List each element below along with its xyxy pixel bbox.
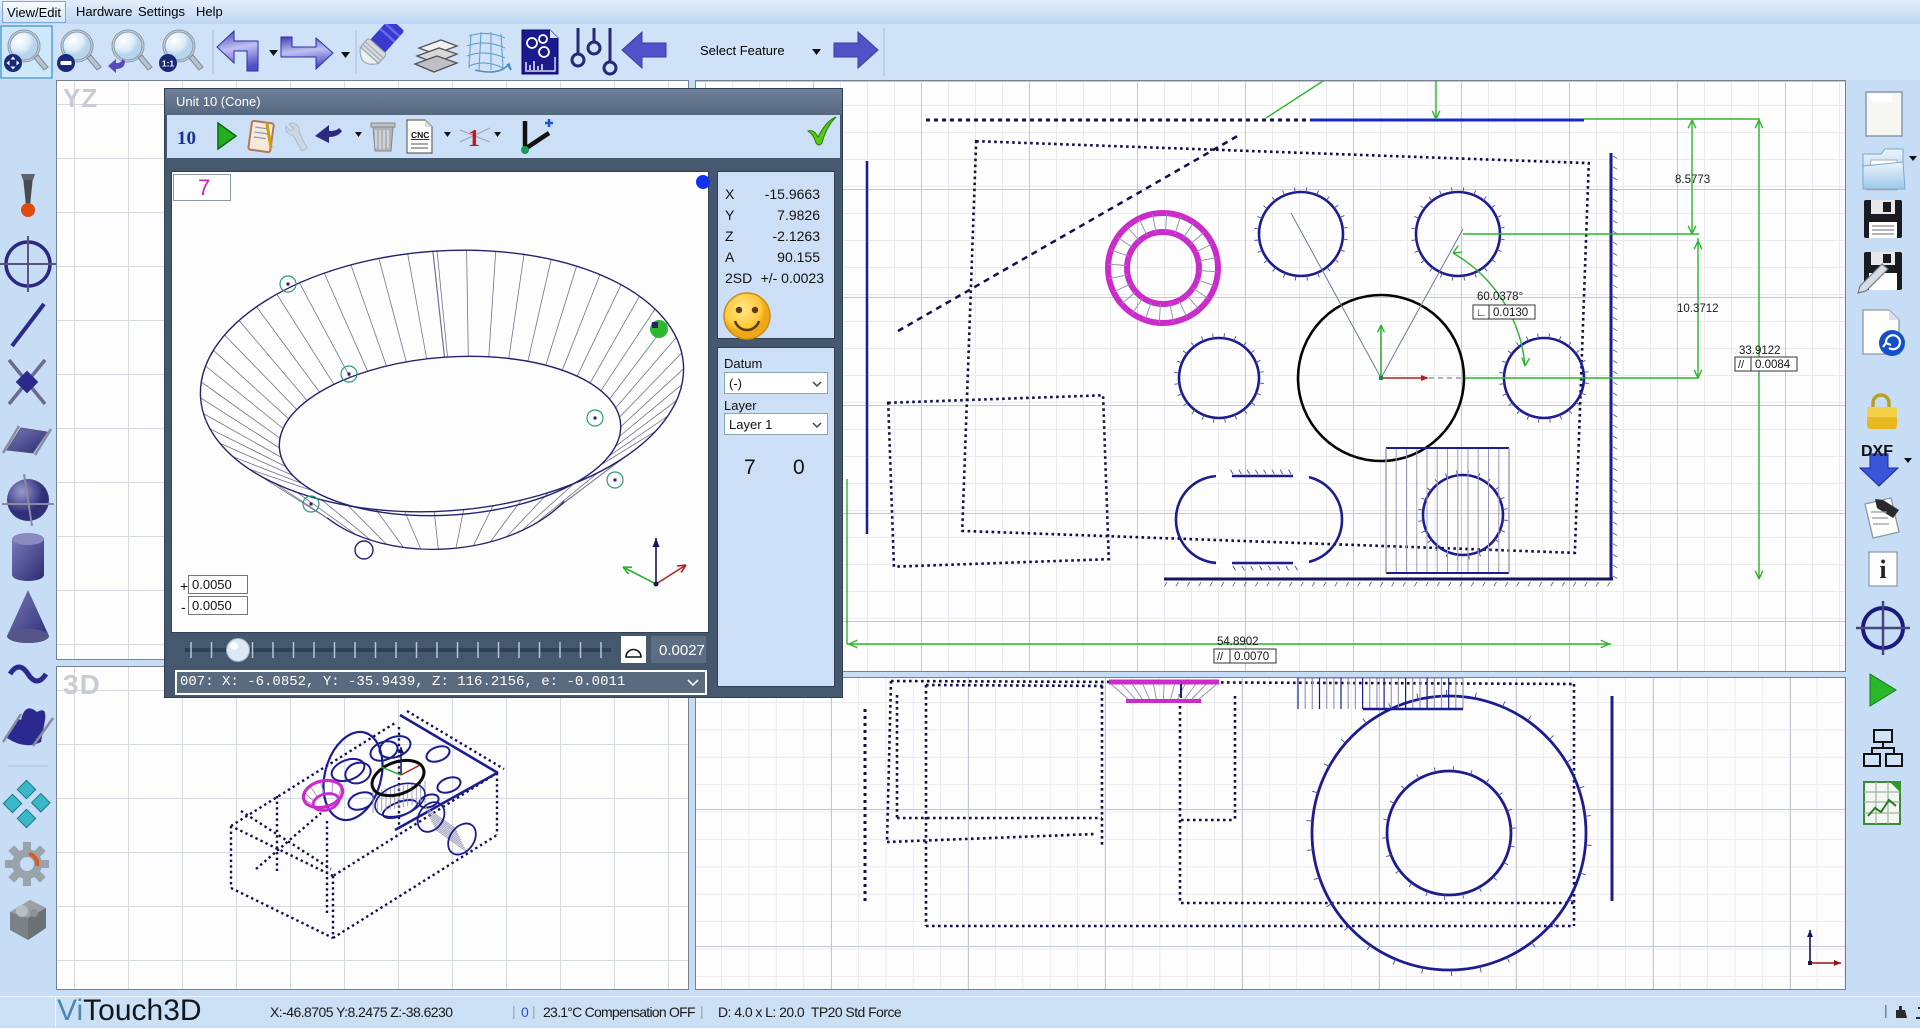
- svg-text://: //: [1738, 359, 1745, 371]
- svg-text:0.0130: 0.0130: [1493, 307, 1528, 319]
- svg-text://: //: [1217, 651, 1224, 663]
- svg-text:60.0378°: 60.0378°: [1477, 291, 1523, 303]
- svg-text:8.5773: 8.5773: [1675, 174, 1710, 186]
- svg-text:1: 1: [468, 126, 480, 152]
- svg-text:i: i: [1879, 555, 1886, 584]
- svg-text:10: 10: [177, 128, 196, 149]
- svg-text:DXF: DXF: [1861, 443, 1893, 460]
- svg-text:∟: ∟: [1476, 307, 1487, 319]
- svg-text:10.3712: 10.3712: [1677, 303, 1719, 315]
- svg-text:0.0070: 0.0070: [1234, 651, 1269, 663]
- svg-text:0.0084: 0.0084: [1755, 359, 1791, 371]
- svg-text:33.9122: 33.9122: [1739, 345, 1781, 357]
- svg-text:0.0027: 0.0027: [659, 642, 705, 659]
- svg-text:54.8902: 54.8902: [1217, 636, 1259, 648]
- svg-text:CNC: CNC: [411, 130, 429, 140]
- svg-text:Select Feature: Select Feature: [700, 43, 785, 58]
- svg-text:1:1: 1:1: [162, 59, 175, 69]
